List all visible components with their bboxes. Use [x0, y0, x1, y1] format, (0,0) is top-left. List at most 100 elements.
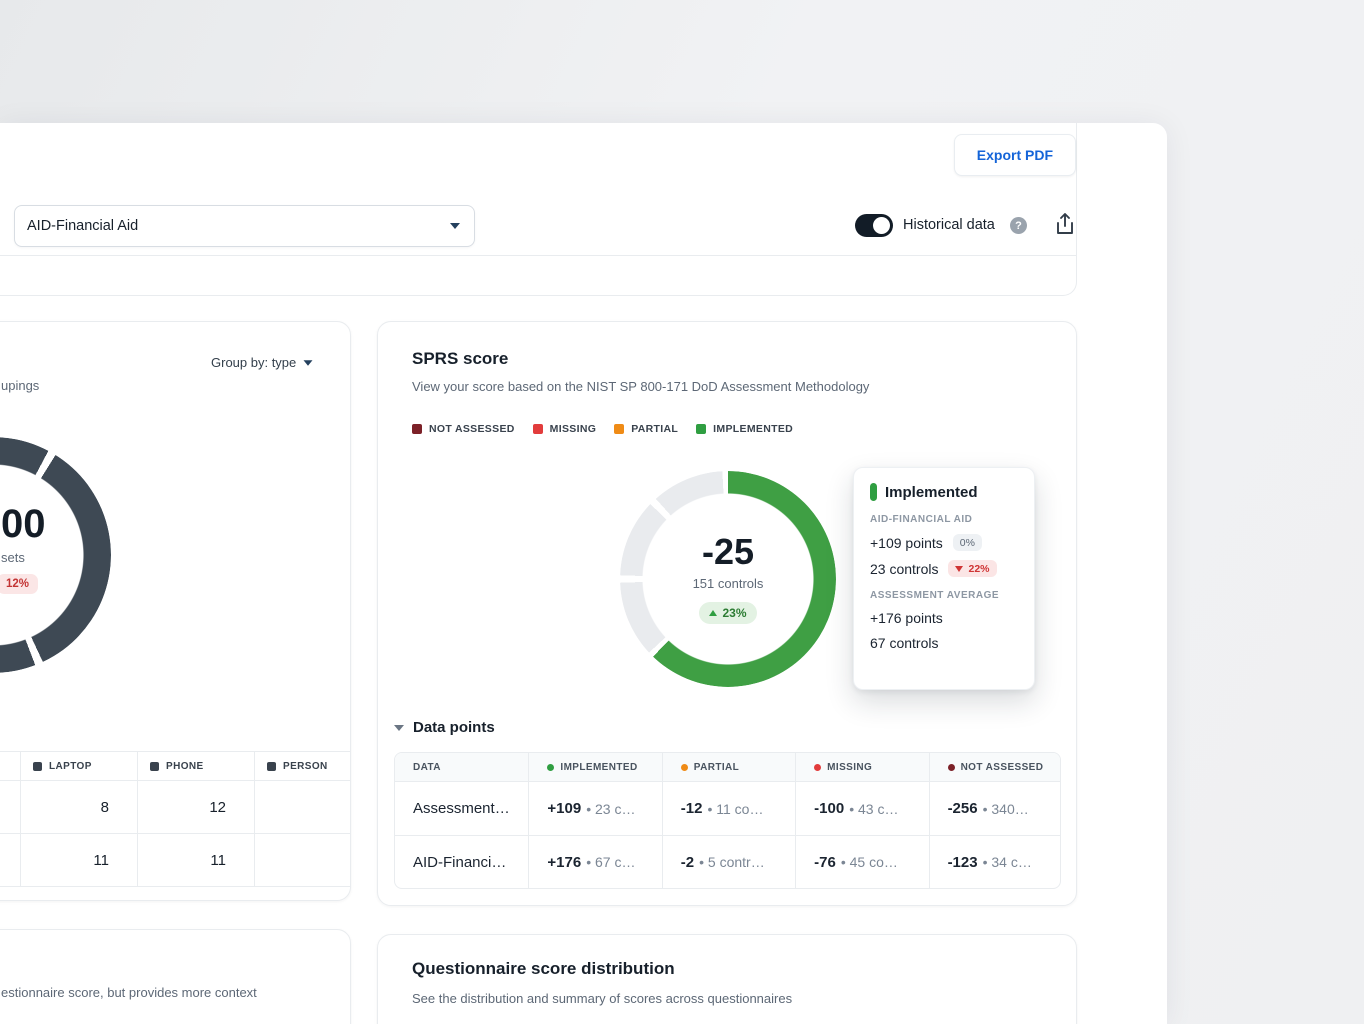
legend-item-partial: PARTIAL [614, 423, 678, 435]
phone-icon [150, 762, 159, 771]
implemented-swatch [696, 424, 706, 434]
header-not-assessed: NOT ASSESSED [929, 753, 1061, 781]
asset-card-subtitle: upings [1, 378, 39, 393]
data-points-row: Assessment… +109 • 23 c… -12 • 11 co… -1… [395, 782, 1060, 835]
questionnaire-subtitle: See the distribution and summary of scor… [412, 991, 792, 1006]
partial-dot-icon [681, 764, 688, 771]
sprs-controls-count: 151 controls [693, 576, 764, 591]
laptop-icon [33, 762, 42, 771]
cell-implemented: +109 • 23 c… [528, 782, 661, 835]
context-card: estionnaire score, but provides more con… [0, 929, 351, 1024]
asset-cell [0, 781, 21, 834]
implemented-dot-icon [547, 764, 554, 771]
asset-cell: 11 [21, 834, 138, 887]
implemented-tooltip: Implemented AID-FINANCIAL AID +109 point… [853, 467, 1035, 690]
sprs-subtitle: View your score based on the NIST SP 800… [412, 379, 869, 394]
sprs-donut-center: -25 151 controls 23% [620, 471, 836, 687]
group-by-dropdown[interactable]: Group by: type [211, 355, 313, 370]
header-divider [0, 255, 1076, 256]
asset-groupings-card: Group by: type upings 00 sets 12% LAPTOP… [0, 321, 351, 901]
header-implemented: IMPLEMENTED [528, 753, 661, 781]
asset-cell: 8 [21, 781, 138, 834]
cell-missing: -76 • 45 co… [795, 836, 928, 888]
person-icon [267, 762, 276, 771]
toggle-knob [873, 217, 890, 234]
data-points-header-row: DATA IMPLEMENTED PARTIAL MISSING [395, 753, 1060, 782]
implemented-bar-icon [870, 483, 877, 501]
chevron-down-icon [450, 223, 460, 229]
cell-data-name: AID-Financi… [395, 836, 528, 888]
legend-item-implemented: IMPLEMENTED [696, 423, 793, 435]
asset-table-header-phone: PHONE [138, 752, 255, 781]
asset-cell: 12 [138, 781, 255, 834]
group-by-label: Group by: type [211, 355, 296, 370]
cell-implemented: +176 • 67 c… [528, 836, 661, 888]
cell-missing: -100 • 43 c… [795, 782, 928, 835]
data-points-table: DATA IMPLEMENTED PARTIAL MISSING [394, 752, 1061, 889]
tooltip-average-controls: 67 controls [870, 635, 1018, 651]
asset-cell [255, 781, 351, 834]
asset-cell [0, 834, 21, 887]
sprs-legend: NOT ASSESSED MISSING PARTIAL IMPLEMENTED [412, 423, 793, 435]
not-assessed-swatch [412, 424, 422, 434]
context-text: estionnaire score, but provides more con… [1, 985, 257, 1000]
tooltip-controls-row: 23 controls 22% [870, 560, 1018, 577]
cell-partial: -2 • 5 contr… [662, 836, 795, 888]
tooltip-average-label: ASSESSMENT AVERAGE [870, 590, 1018, 601]
sprs-change-badge: 23% [699, 602, 756, 624]
export-pdf-button[interactable]: Export PDF [954, 134, 1076, 176]
asset-cell [255, 834, 351, 887]
asset-table-header-row: LAPTOP PHONE PERSON [0, 752, 351, 781]
header-data: DATA [395, 753, 528, 781]
tooltip-average-points: +176 points [870, 610, 1018, 626]
sprs-title: SPRS score [412, 349, 508, 369]
asset-table: LAPTOP PHONE PERSON 8 12 [0, 751, 351, 887]
questionnaire-title: Questionnaire score distribution [412, 959, 675, 979]
asset-table-row: 11 11 [0, 834, 351, 887]
scope-dropdown[interactable]: AID-Financial Aid [14, 205, 475, 247]
cell-not-assessed: -256 • 340… [929, 782, 1061, 835]
legend-item-not-assessed: NOT ASSESSED [412, 423, 515, 435]
tooltip-title: Implemented [885, 484, 978, 501]
questionnaire-distribution-card: Questionnaire score distribution See the… [377, 934, 1077, 1024]
asset-cell: 11 [138, 834, 255, 887]
header-panel: Export PDF AID-Financial Aid Historical … [0, 123, 1077, 296]
controls-change-badge: 22% [948, 560, 996, 577]
asset-table-row: 8 12 [0, 781, 351, 834]
asset-donut-label: sets [1, 550, 25, 565]
asset-table-header-cell [0, 752, 21, 781]
chevron-down-icon [304, 360, 313, 365]
cell-data-name: Assessment… [395, 782, 528, 835]
help-icon[interactable]: ? [1010, 217, 1027, 234]
not-assessed-dot-icon [948, 764, 955, 771]
sprs-score-card: SPRS score View your score based on the … [377, 321, 1077, 906]
asset-table-header-laptop: LAPTOP [21, 752, 138, 781]
arrow-down-icon [955, 566, 963, 572]
share-icon[interactable] [1053, 211, 1077, 242]
missing-dot-icon [814, 764, 821, 771]
points-change-badge: 0% [953, 534, 982, 551]
cell-not-assessed: -123 • 34 c… [929, 836, 1061, 888]
tooltip-header: Implemented [870, 483, 1018, 501]
data-points-row: AID-Financi… +176 • 67 c… -2 • 5 contr… … [395, 835, 1060, 888]
data-points-collapse-header[interactable]: Data points [394, 719, 495, 736]
arrow-up-icon [709, 610, 717, 616]
page: Export PDF AID-Financial Aid Historical … [0, 0, 1364, 1024]
historical-data-toggle[interactable] [855, 214, 893, 237]
asset-table-header-person: PERSON [255, 752, 351, 781]
historical-data-label: Historical data [903, 217, 995, 233]
partial-swatch [614, 424, 624, 434]
asset-donut-value: 00 [1, 504, 46, 544]
scope-dropdown-value: AID-Financial Aid [27, 218, 450, 234]
legend-item-missing: MISSING [533, 423, 597, 435]
tooltip-points-row: +109 points 0% [870, 534, 1018, 551]
missing-swatch [533, 424, 543, 434]
sprs-score-value: -25 [702, 534, 754, 570]
main-content-area: Export PDF AID-Financial Aid Historical … [0, 123, 1167, 1024]
tooltip-group-label: AID-FINANCIAL AID [870, 514, 1018, 525]
header-missing: MISSING [795, 753, 928, 781]
header-partial: PARTIAL [662, 753, 795, 781]
asset-change-badge: 12% [0, 574, 38, 594]
cell-partial: -12 • 11 co… [662, 782, 795, 835]
data-points-title: Data points [413, 719, 495, 736]
